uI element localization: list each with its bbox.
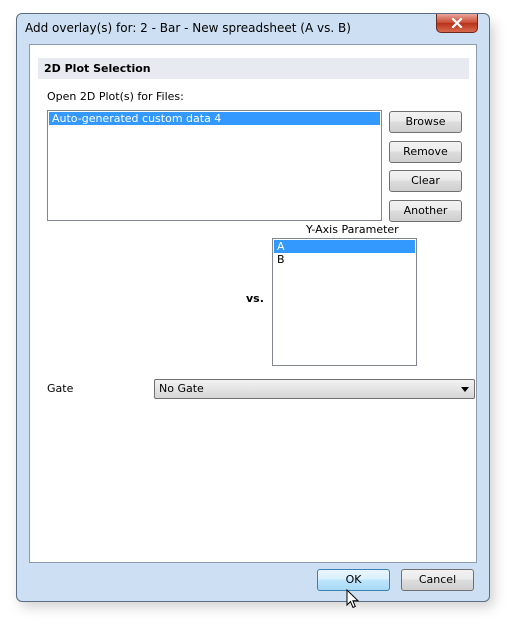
close-icon [451, 18, 463, 28]
ok-button[interactable]: OK [317, 569, 390, 591]
title-bar[interactable]: Add overlay(s) for: 2 - Bar - New spread… [17, 14, 489, 42]
section-header: 2D Plot Selection [38, 58, 469, 79]
dialog-window: Add overlay(s) for: 2 - Bar - New spread… [16, 13, 490, 602]
close-button[interactable] [436, 14, 478, 33]
clear-button[interactable]: Clear [389, 170, 462, 192]
gate-label: Gate [47, 382, 74, 395]
another-button[interactable]: Another [389, 200, 462, 222]
list-item[interactable]: Auto-generated custom data 4 [49, 112, 380, 125]
list-item[interactable]: A [274, 240, 415, 253]
chevron-down-icon [461, 387, 469, 392]
browse-button[interactable]: Browse [389, 111, 462, 133]
y-axis-label: Y-Axis Parameter [306, 223, 399, 236]
window-title: Add overlay(s) for: 2 - Bar - New spread… [25, 21, 351, 35]
files-label: Open 2D Plot(s) for Files: [47, 90, 184, 103]
dialog-client-area: 2D Plot Selection Open 2D Plot(s) for Fi… [29, 44, 477, 563]
vs-label: vs. [246, 292, 264, 305]
mouse-pointer-icon [346, 589, 360, 609]
gate-select[interactable]: No Gate [154, 379, 475, 399]
files-listbox[interactable]: Auto-generated custom data 4 [47, 110, 382, 221]
cancel-button[interactable]: Cancel [401, 569, 474, 591]
list-item[interactable]: B [274, 253, 415, 266]
gate-selected-value: No Gate [159, 382, 204, 395]
remove-button[interactable]: Remove [389, 141, 462, 163]
y-axis-listbox[interactable]: A B [272, 238, 417, 366]
